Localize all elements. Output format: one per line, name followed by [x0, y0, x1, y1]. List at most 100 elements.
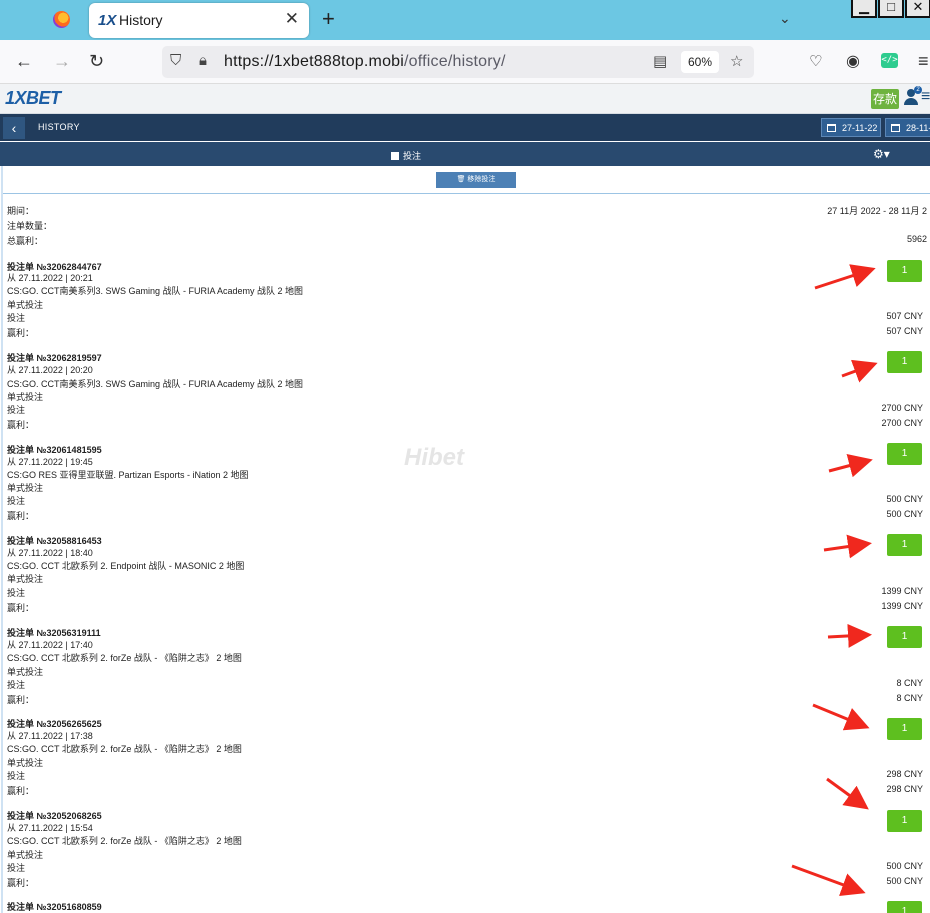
win-label: 赢利：	[7, 878, 35, 888]
window-close-icon[interactable]: ✕	[905, 0, 930, 18]
app-menu-icon[interactable]: ≡	[918, 51, 929, 72]
bet-type: 单式投注	[7, 667, 44, 677]
page-title: HISTORY	[38, 122, 80, 132]
event-count-badge[interactable]: 1	[887, 718, 922, 740]
site-header: 1XBET 存款 2 ≡	[0, 84, 930, 114]
win-label: 赢利：	[7, 420, 35, 430]
bet-type: 单式投注	[7, 392, 44, 402]
event-count-badge[interactable]: 1	[887, 626, 922, 648]
reader-view-icon[interactable]: ▤	[653, 52, 667, 70]
minimize-icon[interactable]: ▁	[851, 0, 877, 18]
bet-item[interactable]: 投注单 №32062819597 从 27.11.2022 | 20:20 CS…	[7, 351, 923, 441]
remove-bets-button[interactable]: 🗑︎ 移除投注	[436, 172, 516, 188]
shield-icon[interactable]: ⛉	[170, 52, 181, 69]
bet-type: 单式投注	[7, 758, 44, 768]
win-label: 赢利：	[7, 695, 35, 705]
gear-icon[interactable]: ⚙▾	[873, 147, 890, 161]
url-host: https://1xbet888top.mobi	[224, 53, 405, 70]
bet-item[interactable]: 投注单 №32062844767 从 27.11.2022 | 20:21 CS…	[7, 260, 923, 350]
tab-history[interactable]: 1X History ✕	[89, 3, 309, 38]
event-count-badge[interactable]: 1	[887, 443, 922, 465]
tab-bets[interactable]: 投注	[391, 149, 421, 162]
firefox-icon[interactable]	[53, 11, 70, 28]
zoom-level[interactable]: 60%	[681, 51, 719, 73]
new-tab-icon[interactable]: +	[322, 6, 335, 32]
bet-item[interactable]: 投注单 №32061481595 从 27.11.2022 | 19:45 CS…	[7, 443, 923, 533]
win-amount: 298 CNY	[886, 784, 923, 794]
win-amount: 8 CNY	[896, 693, 923, 703]
browser-nav-bar: ← → ↻ ⛉ 🔒︎ https://1xbet888top.mobi/offi…	[0, 40, 930, 84]
close-tab-icon[interactable]: ✕	[285, 9, 299, 29]
lock-icon[interactable]: 🔒︎	[199, 52, 207, 69]
bet-date: 从 27.11.2022 | 20:21	[7, 273, 93, 283]
event-count-badge[interactable]: 1	[887, 260, 922, 282]
bet-date: 从 27.11.2022 | 15:54	[7, 823, 93, 833]
stake-amount: 507 CNY	[886, 311, 923, 321]
stake-amount: 298 CNY	[886, 769, 923, 779]
bet-item[interactable]: 投注单 №32056319111 从 27.11.2022 | 17:40 CS…	[7, 626, 923, 716]
stake-label: 投注	[7, 405, 26, 415]
stake-label: 投注	[7, 680, 26, 690]
tab-bets-label: 投注	[403, 151, 422, 161]
bet-item[interactable]: 投注单 №32051680859 1	[7, 900, 923, 913]
address-bar[interactable]: ⛉ 🔒︎ https://1xbet888top.mobi/office/his…	[162, 46, 754, 78]
reload-icon[interactable]: ↻	[89, 51, 104, 72]
calendar-icon	[891, 124, 900, 132]
count-label: 注单数量：	[7, 221, 53, 231]
user-account-icon[interactable]: 2	[904, 86, 922, 107]
win-label: 赢利：	[7, 786, 35, 796]
bet-date: 从 27.11.2022 | 20:20	[7, 365, 93, 375]
bookmark-star-icon[interactable]: ☆	[730, 52, 743, 70]
bet-event: CS:GO. CCT南美系列3. SWS Gaming 战队 - FURIA A…	[7, 379, 304, 389]
date-from-picker[interactable]: 27-11-22	[821, 118, 881, 137]
tab-title: History	[119, 12, 163, 28]
period-label: 期间：	[7, 206, 35, 216]
stake-amount: 2700 CNY	[881, 403, 923, 413]
maximize-icon[interactable]: □	[878, 0, 904, 18]
stake-amount: 8 CNY	[896, 678, 923, 688]
event-count-badge[interactable]: 1	[887, 901, 922, 913]
bet-event: CS:GO. CCT 北欧系列 2. forZe 战队 - 《陷阱之志》 2 地…	[7, 744, 242, 754]
bet-type: 单式投注	[7, 483, 44, 493]
win-label: 赢利：	[7, 511, 35, 521]
bet-number[interactable]: 投注单 №32051680859	[7, 900, 102, 913]
stake-amount: 1399 CNY	[881, 586, 923, 596]
divider	[1, 166, 3, 913]
event-count-badge[interactable]: 1	[887, 810, 922, 832]
bet-item[interactable]: 投注单 №32052068265 从 27.11.2022 | 15:54 CS…	[7, 809, 923, 899]
site-logo[interactable]: 1XBET	[5, 88, 61, 109]
event-count-badge[interactable]: 1	[887, 351, 922, 373]
back-button[interactable]: ‹	[3, 117, 25, 139]
url-text[interactable]: https://1xbet888top.mobi/office/history/	[224, 53, 506, 71]
bet-type: 单式投注	[7, 574, 44, 584]
bet-type: 单式投注	[7, 850, 44, 860]
win-label: 赢利：	[7, 603, 35, 613]
bet-date: 从 27.11.2022 | 18:40	[7, 548, 93, 558]
site-favicon: 1X	[98, 12, 117, 29]
bet-event: CS:GO. CCT 北欧系列 2. forZe 战队 - 《陷阱之志》 2 地…	[7, 653, 242, 663]
calendar-icon	[827, 124, 836, 132]
profit-value: 5962	[906, 234, 927, 244]
stake-amount: 500 CNY	[886, 494, 923, 504]
pocket-icon[interactable]: ♡	[809, 52, 822, 70]
account-circle-icon[interactable]: ◉	[846, 51, 860, 71]
bet-item[interactable]: 投注单 №32056265625 从 27.11.2022 | 17:38 CS…	[7, 717, 923, 807]
date-from-value: 27-11-22	[842, 123, 878, 133]
profit-label: 总赢利：	[7, 236, 44, 246]
win-amount: 507 CNY	[886, 326, 923, 336]
divider	[2, 193, 930, 194]
deposit-button[interactable]: 存款	[871, 89, 899, 109]
back-arrow-icon[interactable]: ←	[15, 51, 33, 72]
stake-amount: 500 CNY	[886, 861, 923, 871]
date-to-picker[interactable]: 28-11-2	[885, 118, 930, 152]
stake-label: 投注	[7, 588, 26, 598]
devtools-extension-icon[interactable]: </>	[881, 53, 898, 68]
event-count-badge[interactable]: 1	[887, 534, 922, 556]
forward-arrow-icon[interactable]: →	[53, 51, 71, 72]
bet-item[interactable]: 投注单 №32058816453 从 27.11.2022 | 18:40 CS…	[7, 534, 923, 624]
site-menu-icon[interactable]: ≡	[921, 88, 930, 106]
bet-event: CS:GO RES 亚得里亚联盟. Partizan Esports - iNa…	[7, 470, 249, 480]
chevron-down-icon[interactable]: ⌄	[779, 10, 791, 27]
bet-date: 从 27.11.2022 | 17:40	[7, 640, 93, 650]
win-amount: 500 CNY	[886, 509, 923, 519]
